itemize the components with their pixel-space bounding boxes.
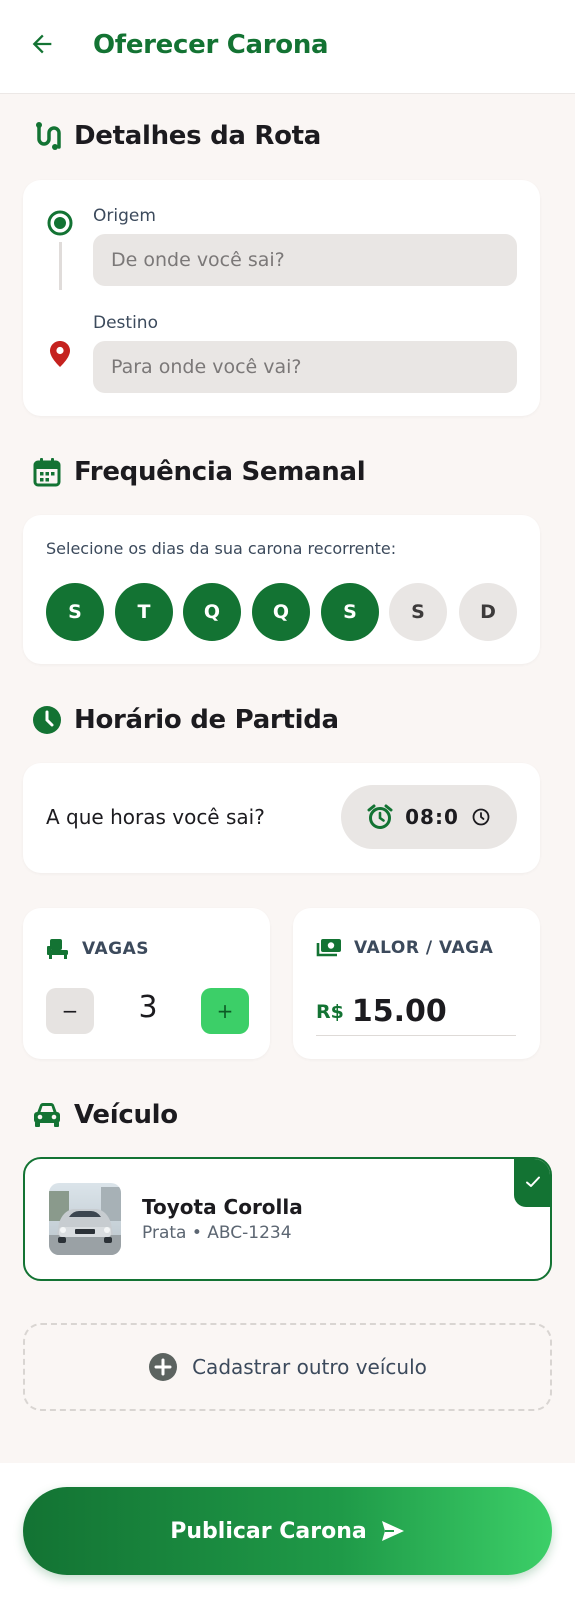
day-toggle-4[interactable]: Q [252,583,310,641]
frequency-section-header: Frequência Semanal [32,454,366,490]
plus-circle-icon [149,1353,178,1381]
day-toggle-7[interactable]: D [459,583,517,641]
day-toggle-5[interactable]: S [321,583,379,641]
decrease-seats-button[interactable]: − [46,988,94,1034]
seats-header: VAGAS [46,938,149,960]
route-connector-line [59,242,62,290]
price-label: VALOR / VAGA [354,938,494,958]
origin-input[interactable] [93,234,517,286]
route-icon [32,121,62,151]
day-toggle-3[interactable]: Q [183,583,241,641]
selected-badge [514,1159,550,1207]
check-icon [526,1176,540,1187]
send-icon [381,1521,404,1541]
seats-card: VAGAS − 3 + [23,908,270,1059]
vehicle-section-title: Veículo [74,1100,178,1130]
day-toggle-1[interactable]: S [46,583,104,641]
seats-label: VAGAS [82,939,150,959]
clock-icon [32,705,62,735]
alarm-clock-icon [367,804,393,829]
departure-card: A que horas você sai? 08:0 [23,763,540,873]
bottom-action-bar: Publicar Carona [0,1463,575,1600]
origin-radio-icon [47,210,73,236]
frequency-card: Selecione os dias da sua carona recorren… [23,515,540,664]
car-photo [49,1183,121,1255]
route-card: Origem Destino [23,180,540,416]
publish-ride-button[interactable]: Publicar Carona [23,1487,552,1575]
vehicle-section-header: Veículo [32,1097,178,1133]
calendar-icon [32,457,62,487]
destination-label: Destino [93,313,158,333]
publish-label: Publicar Carona [170,1518,367,1544]
price-card: VALOR / VAGA R$ 15.00 [293,908,540,1059]
vehicle-details: Prata • ABC-1234 [142,1223,292,1243]
time-value: 08:0 [405,805,459,829]
time-picker-button[interactable]: 08:0 [341,785,517,849]
money-icon [316,939,341,957]
location-pin-icon [50,341,70,367]
seat-icon [47,939,68,959]
clock-outline-icon [472,808,490,826]
top-app-bar: Oferecer Carona [0,0,575,94]
departure-section-header: Horário de Partida [32,702,339,738]
destination-input[interactable] [93,341,517,393]
increase-seats-button[interactable]: + [201,988,249,1034]
add-vehicle-label: Cadastrar outro veículo [192,1355,427,1379]
price-header: VALOR / VAGA [316,938,493,958]
frequency-section-title: Frequência Semanal [74,457,366,487]
departure-section-title: Horário de Partida [74,705,339,735]
day-toggle-2[interactable]: T [115,583,173,641]
arrow-left-icon [32,34,52,54]
day-toggle-6[interactable]: S [389,583,447,641]
add-vehicle-button[interactable]: Cadastrar outro veículo [23,1323,552,1411]
origin-label: Origem [93,206,156,226]
page-title: Oferecer Carona [93,30,329,60]
car-icon [32,1100,62,1130]
vehicle-name: Toyota Corolla [142,1195,303,1219]
back-button[interactable] [26,28,58,60]
route-section-header: Detalhes da Rota [32,118,321,154]
departure-question: A que horas você sai? [46,805,265,829]
price-value: 15.00 [351,994,447,1029]
selected-vehicle-card[interactable]: Toyota Corolla Prata • ABC-1234 [23,1157,552,1281]
price-input[interactable]: R$ 15.00 [316,988,516,1036]
currency-label: R$ [316,1000,344,1023]
days-caption: Selecione os dias da sua carona recorren… [46,539,397,558]
route-section-title: Detalhes da Rota [74,121,322,151]
seats-count: 3 [138,990,158,1025]
